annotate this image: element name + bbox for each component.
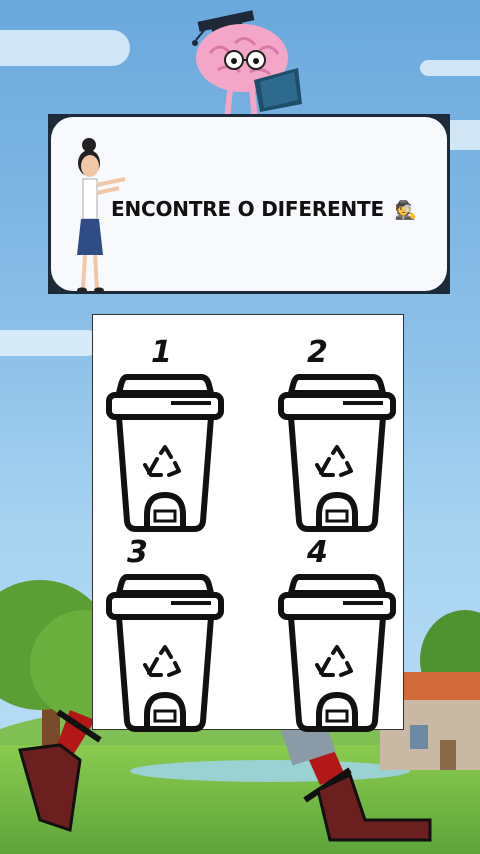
banner-title-text: ENCONTRE O DIFERENTE	[111, 197, 384, 221]
option-number: 4	[307, 535, 328, 570]
banner-title: ENCONTRE O DIFERENTE 🕵️	[111, 197, 431, 221]
puzzle-option-4[interactable]: 4	[275, 535, 405, 732]
trash-bin-recycle-icon	[106, 574, 224, 732]
puzzle-option-1[interactable]: 1	[103, 335, 233, 532]
cloud	[420, 60, 480, 76]
trash-bin-recycle-icon	[278, 574, 396, 732]
trash-bin-recycle-icon	[106, 374, 224, 532]
trash-bin-recycle-icon	[278, 374, 396, 532]
puzzle-card: 1 2 3 4	[92, 314, 405, 732]
option-number: 3	[127, 535, 148, 570]
cloud	[0, 330, 100, 356]
puzzle-option-2[interactable]: 2	[275, 335, 405, 532]
cloud	[0, 30, 130, 66]
option-number: 2	[307, 335, 328, 370]
title-banner: ENCONTRE O DIFERENTE 🕵️	[48, 114, 450, 294]
puzzle-option-3[interactable]: 3	[103, 535, 233, 732]
detective-emoji-icon: 🕵️	[394, 200, 417, 221]
title-banner-card: ENCONTRE O DIFERENTE 🕵️	[51, 117, 447, 293]
option-number: 1	[151, 335, 172, 370]
